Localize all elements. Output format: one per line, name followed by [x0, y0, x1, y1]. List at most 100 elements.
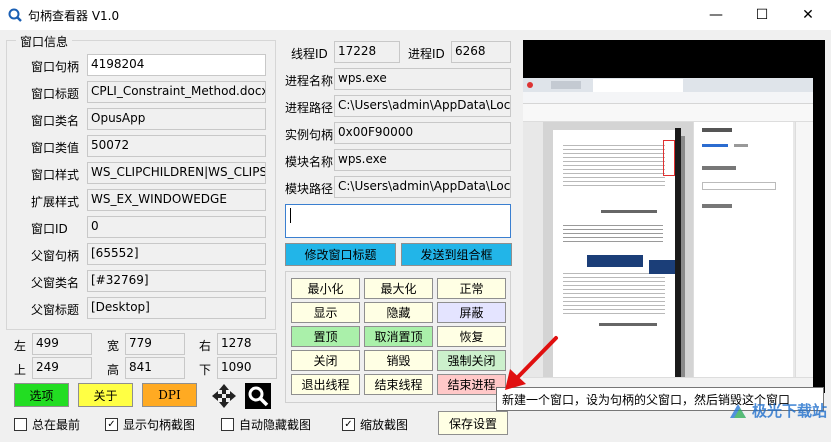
field-label: 模块路径 [285, 182, 334, 196]
thread-id-value[interactable]: 17228 [334, 41, 400, 63]
captured-menubar [523, 92, 813, 104]
field-label: 窗口句柄 [31, 60, 80, 74]
field-value[interactable]: WS_CLIPCHILDREN|WS_CLIPSI [87, 162, 266, 184]
field-value[interactable]: 50072 [87, 135, 266, 157]
close-button[interactable]: ✕ [785, 0, 831, 30]
red-arrow-icon [505, 336, 558, 390]
cancel-topmost-button[interactable]: 取消置顶 [364, 326, 433, 347]
watermark: 极光下载站 [728, 400, 827, 421]
scale-screenshot-checkbox[interactable]: ✓ 缩放截图 [342, 416, 408, 433]
restore-button[interactable]: 恢复 [437, 326, 506, 347]
field-label: 扩展样式 [31, 195, 80, 209]
left-label: 左 [14, 339, 27, 353]
block-button[interactable]: 屏蔽 [437, 302, 506, 323]
move-crosshair-icon[interactable] [211, 383, 237, 409]
captured-table-2 [563, 270, 665, 314]
title-bar: 句柄查看器 V1.0 — ☐ ✕ [0, 0, 831, 30]
field-value[interactable]: 4198204 [87, 54, 266, 76]
field-value[interactable]: CPLI_Constraint_Method.docx - [87, 81, 266, 103]
height-label: 高 [107, 363, 120, 377]
destroy-button[interactable]: 销毁 [364, 350, 433, 371]
field-value[interactable]: OpusApp [87, 108, 266, 130]
exit-thread-button[interactable]: 退出线程 [291, 374, 360, 395]
show-handle-screenshot-checkbox[interactable]: ✓ 显示句柄截图 [105, 416, 195, 433]
captured-pane-select [702, 182, 776, 190]
left-value[interactable]: 499 [32, 333, 92, 355]
send-to-combo-button[interactable]: 发送到组合框 [401, 243, 512, 266]
bottom-value[interactable]: 1090 [217, 357, 277, 379]
maximize-button[interactable]: 最大化 [364, 278, 433, 299]
about-button[interactable]: 关于 [78, 383, 133, 407]
width-value[interactable]: 779 [125, 333, 185, 355]
field-label: 父窗句柄 [31, 249, 80, 263]
top-value[interactable]: 249 [32, 357, 92, 379]
normal-button[interactable]: 正常 [437, 278, 506, 299]
force-close-button[interactable]: 强制关闭 [437, 350, 506, 371]
field-value[interactable]: C:\Users\admin\AppData\Local\ [334, 95, 511, 117]
captured-app-icon [527, 82, 533, 88]
options-button[interactable]: 选项 [14, 383, 69, 407]
hide-button[interactable]: 隐藏 [364, 302, 433, 323]
field-label: 父窗标题 [31, 303, 80, 317]
field-label: 实例句柄 [285, 128, 334, 142]
captured-ruler [681, 136, 685, 377]
field-label: 窗口标题 [31, 87, 80, 101]
captured-pane-row-2 [702, 204, 732, 208]
field-label: 窗口类值 [31, 141, 80, 155]
field-value[interactable]: WS_EX_WINDOWEDGE [87, 189, 266, 211]
captured-paragraph [563, 222, 663, 244]
bottom-label: 下 [199, 363, 212, 377]
checkbox-box[interactable] [14, 418, 27, 431]
modify-title-button[interactable]: 修改窗口标题 [285, 243, 396, 266]
text-cursor [290, 208, 291, 223]
minimize-button[interactable]: 最小化 [291, 278, 360, 299]
checkbox-box[interactable]: ✓ [105, 418, 118, 431]
captured-table-1 [563, 142, 665, 188]
right-label: 右 [199, 339, 212, 353]
end-thread-button[interactable]: 结束线程 [364, 374, 433, 395]
process-id-label: 进程ID [408, 47, 445, 61]
checkbox-box[interactable]: ✓ [342, 418, 355, 431]
field-label: 进程路径 [285, 101, 334, 115]
field-value[interactable]: [65552] [87, 243, 266, 265]
edit-input[interactable] [285, 204, 511, 238]
auto-hide-screenshot-checkbox[interactable]: 自动隐藏截图 [221, 416, 311, 433]
field-value[interactable]: C:\Users\admin\AppData\Local\ [334, 176, 511, 198]
app-search-icon [8, 8, 22, 22]
captured-page [553, 130, 675, 377]
captured-tab [551, 81, 581, 89]
screenshot-preview [523, 40, 825, 393]
dpi-button[interactable]: DPI [142, 383, 197, 407]
magnifier-icon[interactable] [245, 383, 271, 409]
field-value[interactable]: 0x00F90000 [334, 122, 511, 144]
captured-caption-2 [599, 323, 657, 326]
always-on-top-checkbox[interactable]: 总在最前 [14, 416, 80, 433]
field-label: 进程名称 [285, 74, 334, 88]
close-button[interactable]: 关闭 [291, 350, 360, 371]
captured-ribbon [523, 104, 813, 122]
field-value[interactable]: [Desktop] [87, 297, 266, 319]
captured-side-pane [693, 122, 793, 377]
captured-pane-row [702, 166, 736, 170]
field-value[interactable]: wps.exe [334, 68, 511, 90]
save-settings-button[interactable]: 保存设置 [438, 411, 508, 435]
height-value[interactable]: 841 [125, 357, 185, 379]
captured-toolbar-strip [795, 122, 813, 377]
captured-pane-tab-2 [734, 144, 748, 147]
field-value[interactable]: [#32769] [87, 270, 266, 292]
field-label: 父窗类名 [31, 276, 80, 290]
field-value[interactable]: wps.exe [334, 149, 511, 171]
right-value[interactable]: 1278 [217, 333, 277, 355]
process-id-value[interactable]: 6268 [451, 41, 511, 63]
field-value[interactable]: 0 [87, 216, 266, 238]
thread-id-label: 线程ID [291, 47, 328, 61]
maximize-button[interactable]: ☐ [739, 0, 785, 30]
checkbox-box[interactable] [221, 418, 234, 431]
show-button[interactable]: 显示 [291, 302, 360, 323]
group-title: 窗口信息 [16, 33, 73, 50]
captured-tabbar [523, 78, 813, 92]
topmost-button[interactable]: 置顶 [291, 326, 360, 347]
field-label: 模块名称 [285, 155, 334, 169]
captured-caption-1 [601, 210, 657, 213]
minimize-button[interactable]: — [693, 0, 739, 30]
